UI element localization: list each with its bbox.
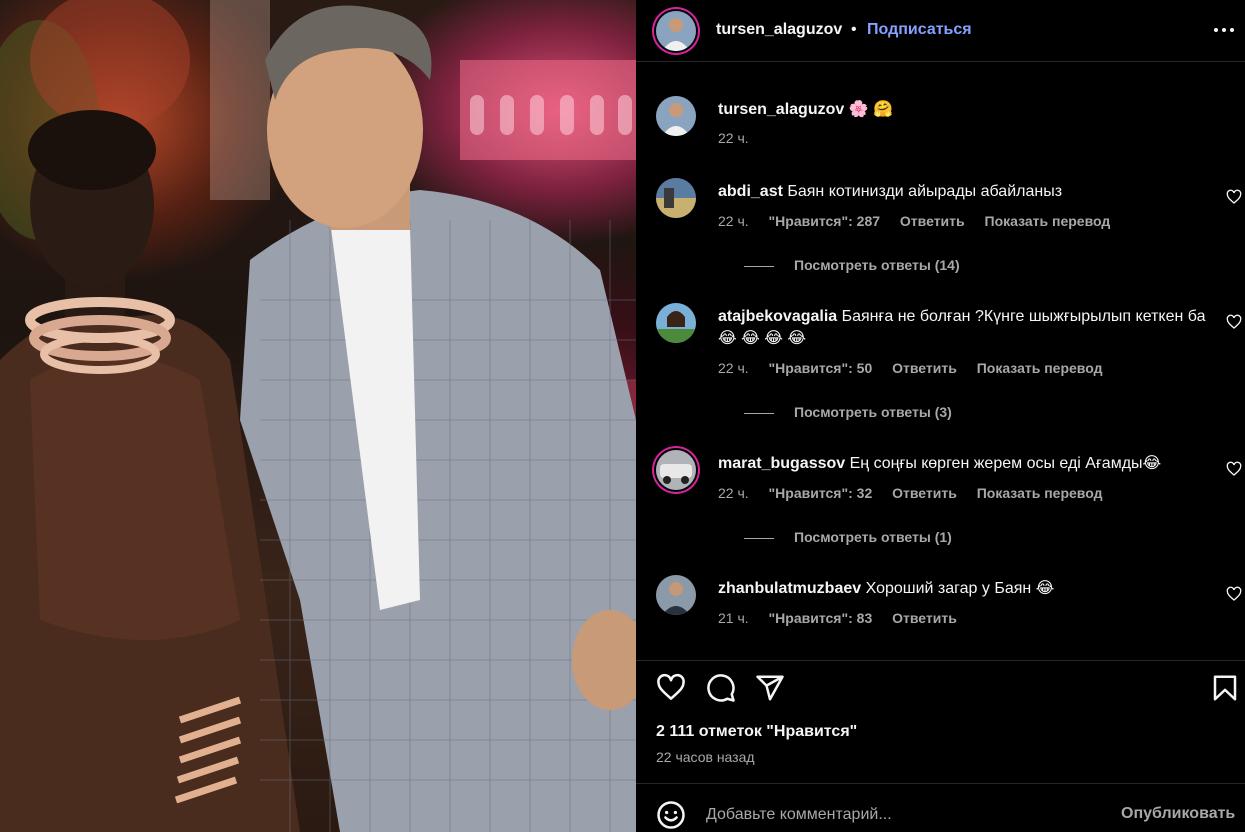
comment-likes[interactable]: "Нравится": 83: [769, 610, 873, 626]
comment-time: 22 ч.: [718, 213, 749, 229]
commenter-avatar-image: [656, 450, 696, 490]
view-replies-button[interactable]: Посмотреть ответы (14): [744, 257, 960, 273]
share-icon[interactable]: [755, 673, 785, 703]
comment-text: atajbekovagalia Баянға не болған ?Күнге …: [718, 306, 1218, 350]
show-translation-button[interactable]: Показать перевод: [977, 485, 1103, 501]
comment-body: Ең соңғы көрген жерем осы еді Ағамды😂: [845, 455, 1162, 472]
post-details-panel: tursen_alaguzov • Подписаться tursen_ala…: [636, 0, 1245, 832]
commenter-avatar[interactable]: [656, 575, 696, 615]
caption-avatar-image: [656, 96, 696, 136]
comment-username[interactable]: zhanbulatmuzbaev: [718, 580, 861, 597]
comment-username[interactable]: atajbekovagalia: [718, 308, 837, 325]
emoji-icon[interactable]: [656, 800, 686, 830]
comment-time: 21 ч.: [718, 610, 749, 626]
caption-avatar[interactable]: [656, 96, 696, 136]
comment-username[interactable]: marat_bugassov: [718, 455, 845, 472]
reply-button[interactable]: Ответить: [900, 213, 965, 229]
commenter-avatar[interactable]: [656, 303, 696, 343]
likes-count[interactable]: 2 111 отметок "Нравится": [656, 723, 857, 741]
comment-likes[interactable]: "Нравится": 50: [769, 360, 873, 376]
comment-time: 22 ч.: [718, 360, 749, 376]
post-time[interactable]: 22 часов назад: [656, 749, 755, 765]
post-header: tursen_alaguzov • Подписаться: [636, 0, 1245, 62]
comment-meta: 22 ч. "Нравится": 287 Ответить Показать …: [718, 213, 1126, 229]
show-translation-button[interactable]: Показать перевод: [985, 213, 1111, 229]
add-comment-bar: Опубликовать: [636, 783, 1245, 832]
comment-text: abdi_ast Баян котинизди айырады абайланы…: [718, 181, 1218, 203]
more-options-icon[interactable]: [1214, 28, 1234, 34]
view-replies-button[interactable]: Посмотреть ответы (1): [744, 529, 952, 545]
comment-meta: 21 ч. "Нравится": 83 Ответить: [718, 610, 973, 626]
bookmark-icon[interactable]: [1210, 673, 1240, 703]
commenter-avatar[interactable]: [656, 178, 696, 218]
view-replies-button[interactable]: Посмотреть ответы (3): [744, 404, 952, 420]
caption-meta: 22 ч.: [718, 130, 765, 146]
header-separator: •: [851, 21, 857, 38]
author-avatar-image: [656, 11, 696, 51]
comment-text: marat_bugassov Ең соңғы көрген жерем осы…: [718, 453, 1218, 475]
author-avatar[interactable]: [656, 11, 696, 51]
comment-likes[interactable]: "Нравится": 287: [769, 213, 880, 229]
comment-meta: 22 ч. "Нравится": 32 Ответить Показать п…: [718, 485, 1118, 501]
caption-body: 🌸 🤗: [844, 101, 893, 118]
comment-body: Хороший загар у Баян 😂: [861, 580, 1055, 597]
post-photo-illustration: [0, 0, 636, 832]
show-translation-button[interactable]: Показать перевод: [977, 360, 1103, 376]
reply-button[interactable]: Ответить: [892, 360, 957, 376]
publish-button[interactable]: Опубликовать: [1121, 805, 1235, 823]
comment-text: zhanbulatmuzbaev Хороший загар у Баян 😂: [718, 578, 1218, 600]
caption-time: 22 ч.: [718, 130, 749, 146]
post-photo[interactable]: [0, 0, 636, 832]
commenter-avatar-image: [656, 303, 696, 343]
caption-text: tursen_alaguzov 🌸 🤗: [718, 99, 1218, 121]
comment-body: Баян котинизди айырады абайланыз: [782, 183, 1063, 200]
comment-like-heart-icon[interactable]: [1226, 189, 1242, 205]
commenter-avatar[interactable]: [656, 450, 696, 490]
comment-icon[interactable]: [706, 673, 736, 703]
comment-like-heart-icon[interactable]: [1226, 314, 1242, 330]
comment-like-heart-icon[interactable]: [1226, 586, 1242, 602]
comment-likes[interactable]: "Нравится": 32: [769, 485, 873, 501]
commenter-avatar-image: [656, 575, 696, 615]
author-username[interactable]: tursen_alaguzov: [716, 21, 842, 39]
comment-meta: 22 ч. "Нравится": 50 Ответить Показать п…: [718, 360, 1118, 376]
follow-button[interactable]: Подписаться: [867, 21, 972, 39]
comment-time: 22 ч.: [718, 485, 749, 501]
comment-username[interactable]: abdi_ast: [718, 183, 783, 200]
post-action-bar: [636, 660, 1245, 712]
reply-button[interactable]: Ответить: [892, 485, 957, 501]
instagram-post-view: tursen_alaguzov • Подписаться tursen_ala…: [0, 0, 1245, 832]
comment-input[interactable]: [706, 798, 1106, 832]
comment-like-heart-icon[interactable]: [1226, 461, 1242, 477]
caption-username[interactable]: tursen_alaguzov: [718, 101, 844, 118]
reply-button[interactable]: Ответить: [892, 610, 957, 626]
heart-icon[interactable]: [656, 673, 686, 703]
commenter-avatar-image: [656, 178, 696, 218]
